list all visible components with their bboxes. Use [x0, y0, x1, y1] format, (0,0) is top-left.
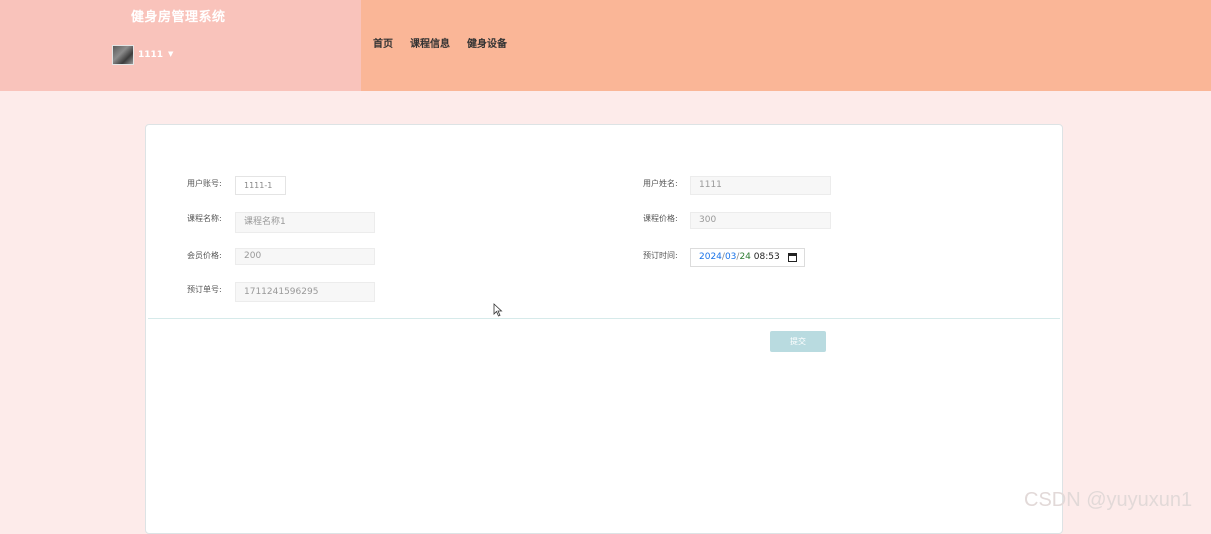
date-year: 2024	[699, 252, 722, 262]
account-label: 用户账号:	[187, 179, 222, 188]
nav-item-equipment[interactable]: 健身设备	[467, 35, 507, 50]
course-name-field[interactable]: 课程名称1	[235, 212, 375, 233]
caret-down-icon[interactable]: ▼	[168, 50, 173, 58]
course-price-field[interactable]: 300	[690, 212, 831, 229]
avatar[interactable]	[112, 45, 134, 65]
form-divider	[148, 318, 1060, 319]
top-header: 健身房管理系统 1111 ▼ 首页 课程信息 健身设备	[0, 0, 1211, 91]
nav-item-home[interactable]: 首页	[373, 35, 393, 50]
mouse-cursor-icon	[493, 303, 503, 317]
date-time: 08:53	[753, 252, 780, 262]
username-label: 用户姓名:	[643, 179, 678, 188]
course-price-label: 课程价格:	[643, 214, 678, 223]
date-day: 24	[739, 252, 751, 262]
date-month: 03	[724, 252, 737, 262]
member-price-field[interactable]: 200	[235, 248, 375, 265]
calendar-icon[interactable]	[788, 253, 797, 262]
booking-time-label: 预订时间:	[643, 251, 678, 260]
submit-button[interactable]: 提交	[770, 331, 826, 352]
member-price-label: 会员价格:	[187, 251, 222, 260]
order-no-field[interactable]: 1711241596295	[235, 282, 375, 302]
order-no-label: 预订单号:	[187, 285, 222, 294]
watermark: CSDN @yuyuxun1	[1024, 489, 1193, 511]
username-field[interactable]: 1111	[690, 176, 831, 195]
booking-time-field[interactable]: 2024/03/24 08:53	[690, 248, 805, 267]
app-title: 健身房管理系统	[131, 10, 226, 25]
nav-item-courses[interactable]: 课程信息	[410, 35, 450, 50]
user-name[interactable]: 1111	[138, 50, 163, 60]
course-name-label: 课程名称:	[187, 214, 222, 223]
account-field[interactable]: 1111-1	[235, 176, 286, 195]
header-brand-panel: 健身房管理系统 1111 ▼	[0, 0, 361, 91]
